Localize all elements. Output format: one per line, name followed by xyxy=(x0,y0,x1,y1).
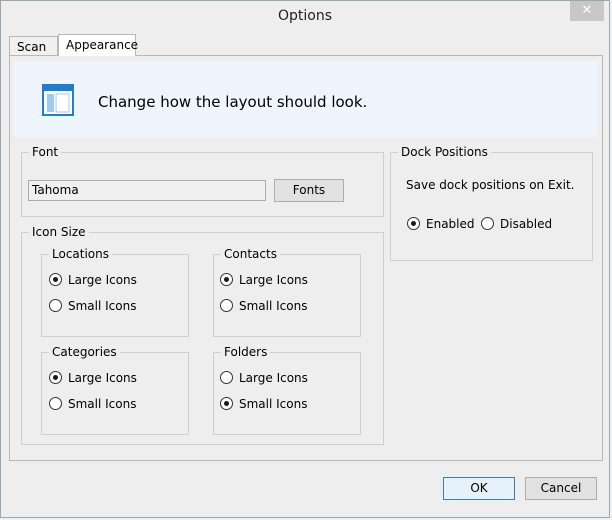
appearance-panel: Change how the layout should look. Font … xyxy=(9,55,603,461)
cancel-button[interactable]: Cancel xyxy=(525,477,597,500)
tab-appearance[interactable]: Appearance xyxy=(58,34,138,56)
categories-small-icons-radio[interactable]: Small Icons xyxy=(49,396,149,412)
radio-button[interactable] xyxy=(220,299,233,312)
radio-button[interactable] xyxy=(407,217,420,230)
categories-large-icons-radio[interactable]: Large Icons xyxy=(49,370,149,386)
contacts-small-icons-radio[interactable]: Small Icons xyxy=(220,298,320,314)
contacts-large-icons-radio[interactable]: Large Icons xyxy=(220,272,320,288)
window-title: Options xyxy=(277,8,333,24)
folders-group: Folders Large Icons Small Icons xyxy=(213,345,361,435)
dock-description: Save dock positions on Exit. xyxy=(406,178,575,192)
radio-label: Disabled xyxy=(500,217,553,231)
tab-scan[interactable]: Scan xyxy=(9,36,58,55)
categories-label: Categories xyxy=(49,345,120,359)
folders-small-icons-radio[interactable]: Small Icons xyxy=(220,396,320,412)
dock-disabled-radio[interactable]: Disabled xyxy=(481,216,561,232)
dock-enabled-radio[interactable]: Enabled xyxy=(407,216,477,232)
contacts-label: Contacts xyxy=(221,247,280,261)
categories-group: Categories Large Icons Small Icons xyxy=(41,345,189,435)
title-bar: Options ✕ xyxy=(1,1,609,32)
banner-text: Change how the layout should look. xyxy=(98,93,368,111)
font-group-label: Font xyxy=(29,145,62,159)
dock-positions-label: Dock Positions xyxy=(398,145,491,159)
font-group: Font Tahoma Fonts xyxy=(21,145,384,217)
fonts-button[interactable]: Fonts xyxy=(274,179,344,202)
radio-label: Small Icons xyxy=(68,299,137,313)
radio-button[interactable] xyxy=(220,371,233,384)
radio-label: Large Icons xyxy=(68,371,137,385)
radio-button[interactable] xyxy=(49,273,62,286)
contacts-group: Contacts Large Icons Small Icons xyxy=(213,247,361,337)
locations-group: Locations Large Icons Small Icons xyxy=(41,247,189,337)
radio-label: Small Icons xyxy=(239,397,308,411)
options-window: Options ✕ Scan Appearance Change how the… xyxy=(0,0,610,518)
dock-positions-group: Dock Positions Save dock positions on Ex… xyxy=(390,145,593,261)
radio-button[interactable] xyxy=(220,273,233,286)
radio-label: Large Icons xyxy=(68,273,137,287)
radio-button[interactable] xyxy=(49,299,62,312)
layout-window-icon xyxy=(42,84,74,116)
folders-large-icons-radio[interactable]: Large Icons xyxy=(220,370,320,386)
close-button[interactable]: ✕ xyxy=(570,1,604,21)
locations-label: Locations xyxy=(49,247,113,261)
font-name-field: Tahoma xyxy=(28,180,266,201)
radio-button[interactable] xyxy=(481,217,494,230)
folders-label: Folders xyxy=(221,345,271,359)
radio-label: Large Icons xyxy=(239,273,308,287)
radio-button[interactable] xyxy=(49,371,62,384)
ok-button[interactable]: OK xyxy=(443,477,515,500)
radio-button[interactable] xyxy=(49,397,62,410)
radio-button[interactable] xyxy=(220,397,233,410)
radio-label: Small Icons xyxy=(68,397,137,411)
header-banner: Change how the layout should look. xyxy=(14,61,598,137)
locations-small-icons-radio[interactable]: Small Icons xyxy=(49,298,149,314)
radio-label: Enabled xyxy=(426,217,475,231)
icon-size-group: Icon Size Locations Large Icons Small Ic… xyxy=(21,225,384,445)
radio-label: Large Icons xyxy=(239,371,308,385)
icon-size-label: Icon Size xyxy=(29,225,89,239)
radio-label: Small Icons xyxy=(239,299,308,313)
locations-large-icons-radio[interactable]: Large Icons xyxy=(49,272,149,288)
